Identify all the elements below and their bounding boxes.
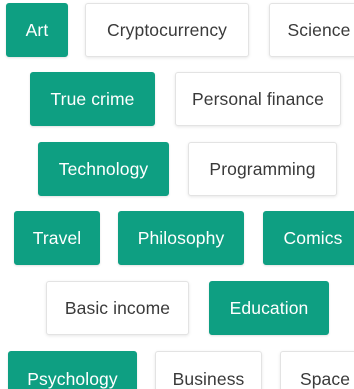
topic-chip-psychology[interactable]: Psychology xyxy=(8,351,137,389)
topic-chip-label: Space xyxy=(299,368,351,389)
topic-chip-label: Programming xyxy=(209,158,316,179)
topic-chip-label: Art xyxy=(25,19,49,40)
topic-chip-label: Education xyxy=(229,297,309,318)
topic-chip-personal-finance[interactable]: Personal finance xyxy=(175,72,341,126)
topic-chip-basic-income[interactable]: Basic income xyxy=(46,281,189,335)
topic-chip-art[interactable]: Art xyxy=(6,3,68,57)
topic-chip-label: Technology xyxy=(58,158,149,179)
topic-chip-label: Science xyxy=(287,19,351,40)
topic-chip-education[interactable]: Education xyxy=(209,281,329,335)
topic-chip-label: True crime xyxy=(50,88,135,109)
topic-chip-comics[interactable]: Comics xyxy=(263,211,354,265)
topic-chip-programming[interactable]: Programming xyxy=(188,142,337,196)
topic-chip-business[interactable]: Business xyxy=(155,351,262,389)
topic-picker: Art Cryptocurrency Science True crime Pe… xyxy=(0,0,354,389)
topic-chip-technology[interactable]: Technology xyxy=(38,142,169,196)
topic-chip-label: Cryptocurrency xyxy=(106,19,228,40)
topic-chip-label: Psychology xyxy=(27,368,118,389)
topic-chip-label: Personal finance xyxy=(192,88,324,109)
topic-chip-label: Philosophy xyxy=(137,227,225,248)
topic-chip-philosophy[interactable]: Philosophy xyxy=(118,211,244,265)
topic-chip-cryptocurrency[interactable]: Cryptocurrency xyxy=(85,3,249,57)
topic-chip-label: Travel xyxy=(32,227,82,248)
topic-chip-label: Business xyxy=(172,368,245,389)
topic-chip-label: Comics xyxy=(283,227,343,248)
topic-chip-true-crime[interactable]: True crime xyxy=(30,72,155,126)
topic-chip-space[interactable]: Space xyxy=(280,351,354,389)
topic-chip-science[interactable]: Science xyxy=(269,3,354,57)
topic-chip-label: Basic income xyxy=(64,297,171,318)
topic-chip-travel[interactable]: Travel xyxy=(14,211,100,265)
